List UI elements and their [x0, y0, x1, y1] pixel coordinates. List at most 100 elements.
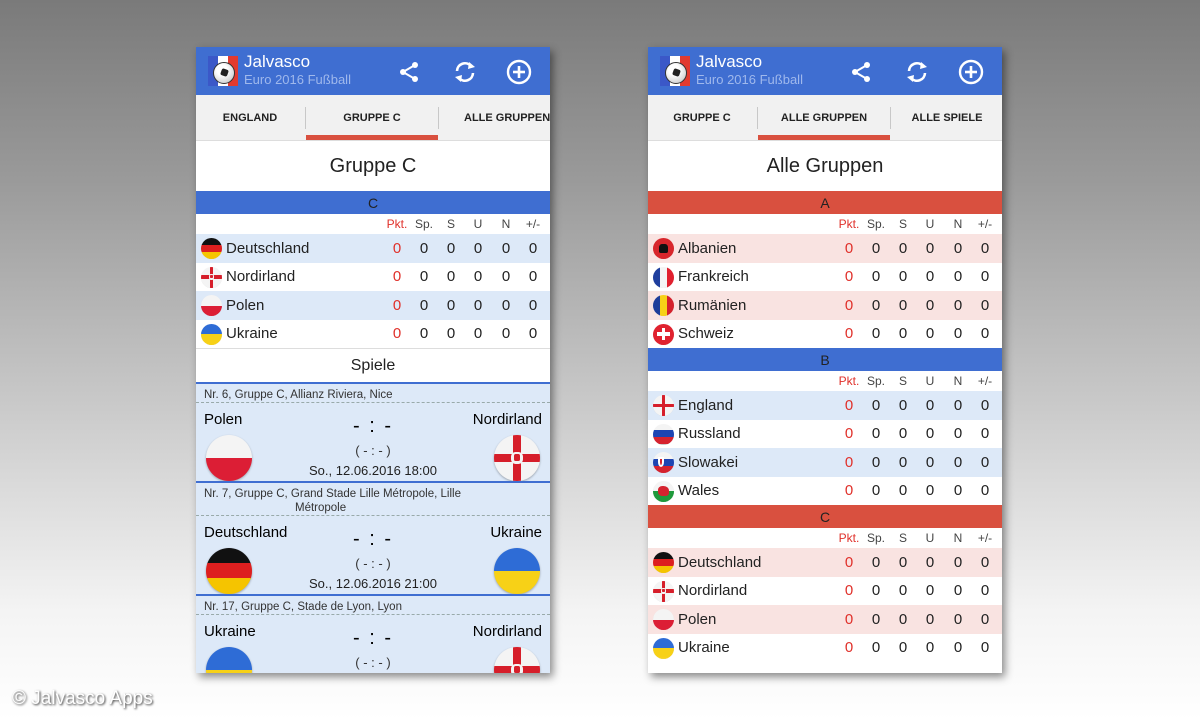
romania-flag-icon	[653, 295, 674, 316]
germany-flag-icon	[201, 238, 222, 259]
stat-pkt: 0	[844, 482, 854, 500]
standings-row[interactable]: Slowakei 0 0 0 0 0 0	[648, 448, 1002, 477]
header-s: S	[898, 531, 907, 545]
match-card[interactable]: Nr. 6, Gruppe C, Allianz Riviera, Nice Po…	[196, 382, 550, 481]
team-name: Deutschland	[226, 239, 310, 257]
page-title: Alle Gruppen	[648, 141, 1002, 191]
header-u: U	[925, 217, 935, 231]
stat-n: 0	[953, 610, 963, 628]
germany-flag-icon	[653, 552, 674, 573]
refresh-icon[interactable]	[452, 59, 478, 85]
header-pkt: Pkt.	[838, 374, 860, 388]
stat-diff: 0	[980, 325, 990, 343]
stat-n: 0	[953, 268, 963, 286]
stat-pkt: 0	[392, 325, 402, 343]
active-tab-indicator	[758, 135, 890, 140]
stat-diff: 0	[980, 396, 990, 414]
header-pkt: Pkt.	[386, 217, 408, 231]
stat-sp: 0	[871, 453, 881, 471]
tab-alle-spiele[interactable]: ALLE SPIELE	[892, 95, 1002, 141]
stat-s: 0	[898, 325, 908, 343]
stat-sp: 0	[871, 425, 881, 443]
standings-header: Pkt. Sp. S U N +/-	[648, 528, 1002, 548]
standings-row[interactable]: Polen 0 0 0 0 0 0	[196, 291, 550, 320]
all-groups-list: A Pkt. Sp. S U N +/- Albanien 0 0 0 0 0 0 Frankreich 0 0…	[648, 191, 1002, 662]
stat-s: 0	[446, 239, 456, 257]
stat-sp: 0	[871, 296, 881, 314]
tab-gruppe-c[interactable]: GRUPPE C	[648, 95, 756, 141]
team-name: Deutschland	[678, 553, 762, 571]
header-n: N	[501, 217, 511, 231]
app-subtitle: Euro 2016 Fußball	[244, 72, 351, 87]
share-icon[interactable]	[848, 59, 874, 85]
standings-header: Pkt. Sp. S U N +/-	[648, 371, 1002, 391]
stat-n: 0	[501, 296, 511, 314]
phone-screen-group-c: Jalvasco Euro 2016 Fußball ENGLAND GRUPP…	[196, 47, 550, 673]
match-list: Nr. 6, Gruppe C, Allianz Riviera, Nice Po…	[196, 382, 550, 673]
stat-diff: 0	[528, 239, 538, 257]
games-title: Spiele	[196, 348, 550, 382]
stat-diff: 0	[980, 296, 990, 314]
stat-sp: 0	[871, 582, 881, 600]
tab-england[interactable]: ENGLAND	[196, 95, 304, 141]
stat-sp: 0	[871, 610, 881, 628]
tab-alle-gruppen[interactable]: ALLE GRUPPEN	[440, 95, 550, 141]
slovakia-flag-icon	[653, 452, 674, 473]
stat-n: 0	[501, 325, 511, 343]
stat-s: 0	[898, 482, 908, 500]
stat-n: 0	[953, 453, 963, 471]
stat-u: 0	[925, 239, 935, 257]
standings-row[interactable]: Frankreich 0 0 0 0 0 0	[648, 262, 1002, 291]
standings-table: Deutschland 0 0 0 0 0 0 Nordirland 0 0 0 0 0 0 Polen 0 0…	[196, 234, 550, 348]
app-bar: Jalvasco Euro 2016 Fußball	[648, 47, 1002, 95]
add-circle-icon[interactable]	[506, 59, 532, 85]
stat-u: 0	[925, 425, 935, 443]
team-name: Russland	[678, 425, 741, 443]
stat-n: 0	[953, 396, 963, 414]
header-pkt: Pkt.	[838, 217, 860, 231]
stat-pkt: 0	[844, 610, 854, 628]
stat-sp: 0	[419, 268, 429, 286]
stat-pkt: 0	[844, 553, 854, 571]
tab-bar: GRUPPE C ALLE GRUPPEN ALLE SPIELE	[648, 95, 1002, 141]
standings-row[interactable]: Schweiz 0 0 0 0 0 0	[648, 319, 1002, 348]
standings-row[interactable]: England 0 0 0 0 0 0	[648, 391, 1002, 420]
header-pkt: Pkt.	[838, 531, 860, 545]
match-card[interactable]: Nr. 17, Gruppe C, Stade de Lyon, Lyon Ukr…	[196, 594, 550, 673]
group-header-c: C	[648, 505, 1002, 528]
header-n: N	[953, 531, 963, 545]
standings-row[interactable]: Albanien 0 0 0 0 0 0	[648, 234, 1002, 263]
northern-ireland-flag-icon	[201, 266, 222, 288]
match-card[interactable]: Nr. 7, Gruppe C, Grand Stade Lille Métro…	[196, 481, 550, 594]
stat-n: 0	[501, 239, 511, 257]
standings-row[interactable]: Deutschland 0 0 0 0 0 0	[196, 234, 550, 263]
team-name: Frankreich	[678, 268, 749, 286]
standings-row[interactable]: Russland 0 0 0 0 0 0	[648, 419, 1002, 448]
header-diff: +/-	[977, 217, 993, 231]
stat-n: 0	[953, 425, 963, 443]
team-name: Albanien	[678, 239, 737, 257]
northern-ireland-flag-icon	[494, 647, 540, 673]
standings-row[interactable]: Nordirland 0 0 0 0 0 0	[196, 262, 550, 291]
share-icon[interactable]	[396, 59, 422, 85]
poland-flag-icon	[206, 435, 252, 481]
russia-flag-icon	[653, 423, 674, 445]
stat-diff: 0	[528, 325, 538, 343]
stat-pkt: 0	[844, 425, 854, 443]
stat-sp: 0	[419, 325, 429, 343]
standings-row[interactable]: Rumänien 0 0 0 0 0 0	[648, 291, 1002, 320]
standings-row[interactable]: Deutschland 0 0 0 0 0 0	[648, 548, 1002, 577]
refresh-icon[interactable]	[904, 59, 930, 85]
stat-diff: 0	[980, 482, 990, 500]
add-circle-icon[interactable]	[958, 59, 984, 85]
stat-pkt: 0	[392, 296, 402, 314]
standings-row[interactable]: Polen 0 0 0 0 0 0	[648, 605, 1002, 634]
standings-row[interactable]: Nordirland 0 0 0 0 0 0	[648, 576, 1002, 605]
ukraine-flag-icon	[653, 637, 674, 659]
wales-flag-icon	[653, 480, 674, 502]
stat-pkt: 0	[844, 268, 854, 286]
standings-row[interactable]: Wales 0 0 0 0 0 0	[648, 476, 1002, 505]
standings-row[interactable]: Ukraine 0 0 0 0 0 0	[196, 319, 550, 348]
app-bar: Jalvasco Euro 2016 Fußball	[196, 47, 550, 95]
stat-pkt: 0	[844, 296, 854, 314]
